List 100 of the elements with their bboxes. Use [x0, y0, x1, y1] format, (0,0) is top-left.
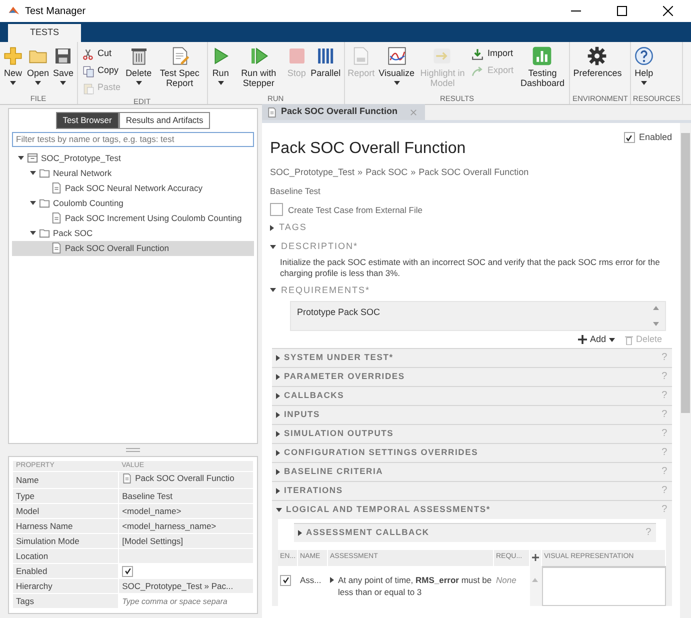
description-text: Initialize the pack SOC estimate with an incorrect SOC and verify that the pack SOC rms error for the charging profile is less than 3%. — [280, 257, 661, 279]
property-name: Location — [13, 548, 119, 564]
check-icon — [124, 567, 132, 576]
ribbon-button[interactable]: Visualize — [378, 44, 416, 86]
panel-heading[interactable]: SIMULATION OUTPUTS — [284, 427, 394, 440]
ribbon-button[interactable]: Save — [52, 44, 75, 86]
panel-heading[interactable]: ITERATIONS — [284, 484, 343, 498]
expander-icon[interactable] — [276, 430, 280, 437]
expander-icon[interactable] — [276, 508, 282, 512]
assessment-name: Ass... — [300, 574, 322, 585]
expander-icon[interactable] — [276, 374, 280, 380]
folder-icon — [39, 197, 50, 209]
section-heading[interactable]: DESCRIPTION* — [281, 240, 358, 254]
panel-heading[interactable]: LOGICAL AND TEMPORAL ASSESSMENTS* — [286, 503, 490, 516]
tree-item[interactable]: Pack SOC Increment Using Coulomb Counting — [12, 210, 254, 226]
tree-item[interactable]: Pack SOC Neural Network Accuracy — [12, 180, 254, 196]
arrow-box-icon — [432, 46, 452, 66]
filter-field[interactable]: Filter tests by name or tags, e.g. tags: test — [12, 132, 254, 147]
ribbon-button[interactable]: Test Spec Report — [154, 44, 205, 89]
expander-icon[interactable] — [270, 225, 274, 232]
document-tab[interactable]: Pack SOC Overall Function — [262, 104, 425, 120]
assessment-text: At any point of time, RMS_error must be less than or equal to 3 — [338, 574, 492, 600]
panel-heading[interactable]: SYSTEM UNDER TEST* — [284, 351, 394, 364]
panel-heading[interactable]: BASELINE CRITERIA — [284, 465, 384, 478]
caret-icon — [218, 81, 224, 86]
expander-icon[interactable] — [298, 530, 302, 536]
section-heading[interactable]: TAGS — [279, 221, 307, 235]
property-name: Harness Name — [13, 518, 119, 534]
checkbox[interactable] — [280, 574, 291, 586]
ribbon-tab[interactable]: TESTS — [8, 24, 82, 42]
caret-icon — [608, 338, 615, 342]
ribbon-button[interactable]: Copy — [80, 63, 123, 79]
panel-tab[interactable]: Results and Artifacts — [118, 112, 210, 129]
tree-label: Pack SOC Increment Using Coulomb Counting — [65, 212, 242, 224]
document-icon — [51, 242, 62, 254]
property-name: Model — [13, 504, 119, 518]
ribbon-button[interactable]: Import — [469, 46, 516, 62]
property-name: Type — [13, 488, 119, 504]
expander-icon[interactable] — [276, 412, 280, 418]
enabled-checkbox[interactable]: Enabled — [624, 131, 672, 144]
tree-item[interactable]: Pack SOC — [12, 226, 254, 240]
panel-tab[interactable]: Test Browser — [56, 112, 119, 129]
ribbon-button[interactable]: Cut — [80, 46, 123, 62]
property-value: Baseline Test — [122, 490, 172, 501]
panel-heading[interactable]: INPUTS — [284, 408, 320, 422]
ribbon-button[interactable]: Testing Dashboard — [517, 44, 568, 89]
ribbon-button[interactable]: Run — [210, 44, 232, 86]
document-icon — [267, 106, 277, 118]
tree-item[interactable]: Coulomb Counting — [12, 196, 254, 210]
property-value: <model_name> — [122, 506, 182, 516]
expander-icon[interactable] — [276, 392, 280, 399]
property-value: [Model Settings] — [122, 536, 184, 546]
expander-icon[interactable] — [270, 288, 276, 292]
section-heading[interactable]: REQUIREMENTS* — [281, 284, 370, 298]
expander-icon[interactable] — [276, 468, 280, 475]
ribbon-button[interactable]: New — [2, 44, 24, 86]
panel-heading[interactable]: CONFIGURATION SETTINGS OVERRIDES — [284, 446, 478, 460]
property-value: Pack SOC Overall Functio — [122, 472, 234, 486]
tree-item[interactable]: SOC_Prototype_Test — [12, 150, 254, 166]
export-icon — [471, 64, 484, 78]
bar-chart-icon — [532, 46, 552, 66]
tree-label: SOC_Prototype_Test — [41, 152, 121, 164]
ribbon-button[interactable]: Run with Stepper — [234, 44, 284, 89]
suite-icon — [27, 152, 38, 164]
breadcrumb-link[interactable]: SOC_Prototype_Test — [270, 166, 355, 180]
ribbon-button[interactable]: Help — [632, 44, 655, 86]
requirement-value: None — [496, 574, 516, 585]
tree-item[interactable]: Pack SOC Overall Function — [12, 240, 254, 256]
maximize-icon — [617, 6, 627, 16]
ribbon-button[interactable]: Preferences — [572, 44, 622, 78]
requirement-link[interactable]: Prototype Pack SOC — [297, 306, 653, 326]
tree-item[interactable]: Neural Network — [12, 166, 254, 180]
panel-heading[interactable]: PARAMETER OVERRIDES — [284, 370, 405, 384]
external-file-checkbox[interactable]: Create Test Case from External File — [270, 203, 672, 216]
scrollbar-thumb[interactable] — [681, 133, 690, 413]
property-value: SOC_Prototype_Test » Pac... — [122, 580, 234, 591]
expander-icon[interactable] — [330, 576, 334, 583]
expander-icon[interactable] — [276, 488, 280, 494]
action-button[interactable]: Add — [578, 333, 615, 347]
caret-icon — [10, 81, 16, 86]
expander-icon[interactable] — [276, 354, 280, 361]
scroll-up-icon — [653, 306, 659, 310]
panel-heading[interactable]: ASSESSMENT CALLBACK — [306, 526, 430, 540]
trash-icon — [624, 334, 633, 345]
scissors-icon — [82, 48, 95, 60]
close-icon — [663, 6, 673, 16]
caret-icon — [394, 81, 400, 86]
ribbon-button[interactable]: Parallel — [310, 44, 342, 78]
window-title: Test Manager — [25, 4, 87, 18]
checkbox[interactable] — [122, 566, 134, 577]
expander-icon[interactable] — [270, 244, 276, 249]
panel-heading[interactable]: CALLBACKS — [284, 389, 344, 402]
breadcrumb-link[interactable]: Pack SOC — [366, 166, 408, 180]
breadcrumb-link[interactable]: Pack SOC Overall Function — [418, 166, 529, 180]
ribbon-button[interactable]: Open — [26, 44, 50, 86]
check-icon — [282, 576, 290, 584]
expander-icon[interactable] — [276, 450, 280, 456]
ribbon-button[interactable]: Delete — [124, 44, 153, 86]
scroll-up-icon — [532, 578, 538, 582]
document-icon — [122, 473, 132, 484]
